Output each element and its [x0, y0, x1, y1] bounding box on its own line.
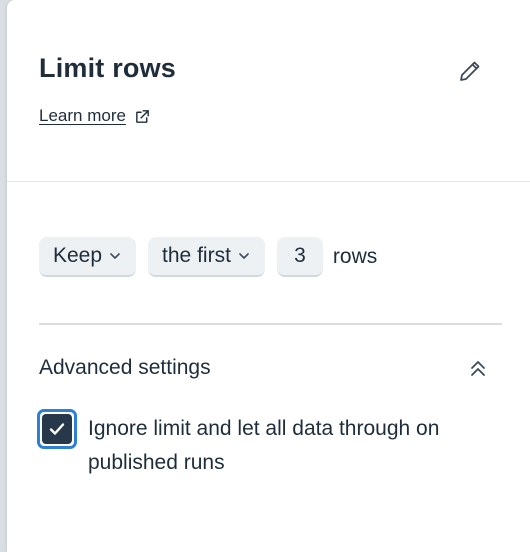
learn-more-label: Learn more	[39, 106, 126, 125]
position-dropdown[interactable]: the first	[148, 237, 265, 277]
advanced-settings-collapse-button[interactable]	[465, 356, 491, 382]
limit-config-row: Keep the first 3 rows	[39, 237, 377, 277]
check-icon	[49, 423, 65, 435]
ignore-limit-label[interactable]: Ignore limit and let all data through on…	[88, 412, 498, 480]
checkbox-focus-ring	[37, 409, 77, 449]
row-count-value: 3	[294, 244, 306, 267]
chevron-down-icon	[237, 249, 251, 263]
advanced-settings-title: Advanced settings	[39, 356, 211, 379]
edit-title-button[interactable]	[456, 57, 484, 85]
checkbox-checked-box	[42, 414, 72, 444]
position-dropdown-value: the first	[162, 244, 231, 267]
learn-more-link[interactable]: Learn more	[39, 106, 151, 126]
limit-rows-panel: Limit rows Learn more Keep the first 3 r…	[7, 0, 530, 552]
rows-unit-label: rows	[332, 245, 378, 268]
panel-title: Limit rows	[39, 53, 177, 83]
panel-header: Limit rows Learn more	[7, 0, 530, 182]
chevron-down-icon	[108, 249, 122, 263]
chevrons-up-icon	[471, 361, 485, 376]
external-link-icon	[136, 109, 149, 123]
mode-dropdown-value: Keep	[53, 244, 103, 267]
section-divider	[39, 323, 502, 325]
pencil-icon	[460, 61, 480, 81]
row-count-input[interactable]: 3	[276, 237, 323, 277]
ignore-limit-checkbox[interactable]	[34, 406, 80, 452]
mode-dropdown[interactable]: Keep	[39, 237, 137, 277]
